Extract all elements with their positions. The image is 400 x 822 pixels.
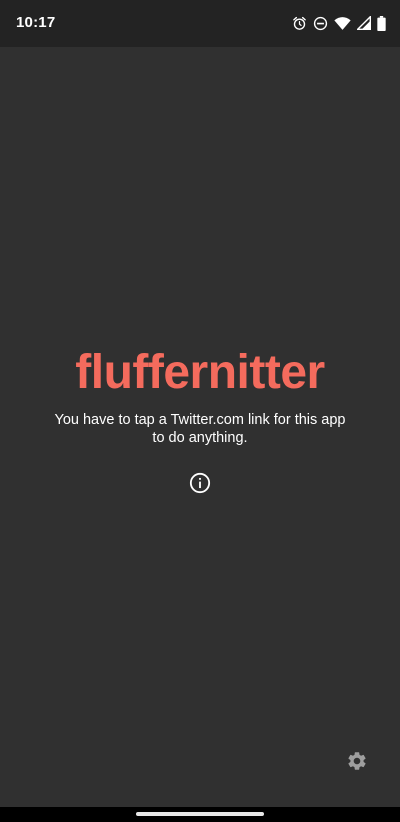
info-button[interactable]	[188, 472, 212, 499]
status-icons	[292, 13, 386, 33]
app-title: fluffernitter	[75, 346, 325, 399]
main-content: fluffernitter You have to tap a Twitter.…	[0, 47, 400, 807]
status-time: 10:17	[16, 14, 56, 31]
app-screen: 10:17 fluffernitter You have to tap a Tw…	[0, 0, 400, 822]
info-icon	[189, 472, 211, 499]
battery-icon	[377, 15, 386, 31]
navigation-bar	[0, 807, 400, 822]
status-bar: 10:17	[0, 0, 400, 47]
gear-icon	[346, 750, 368, 777]
do-not-disturb-icon	[313, 16, 328, 31]
signal-icon	[357, 16, 371, 30]
home-gesture-handle[interactable]	[136, 812, 264, 816]
alarm-icon	[292, 16, 307, 31]
settings-button[interactable]	[344, 750, 370, 776]
app-message: You have to tap a Twitter.com link for t…	[54, 412, 346, 446]
wifi-icon	[334, 16, 351, 31]
